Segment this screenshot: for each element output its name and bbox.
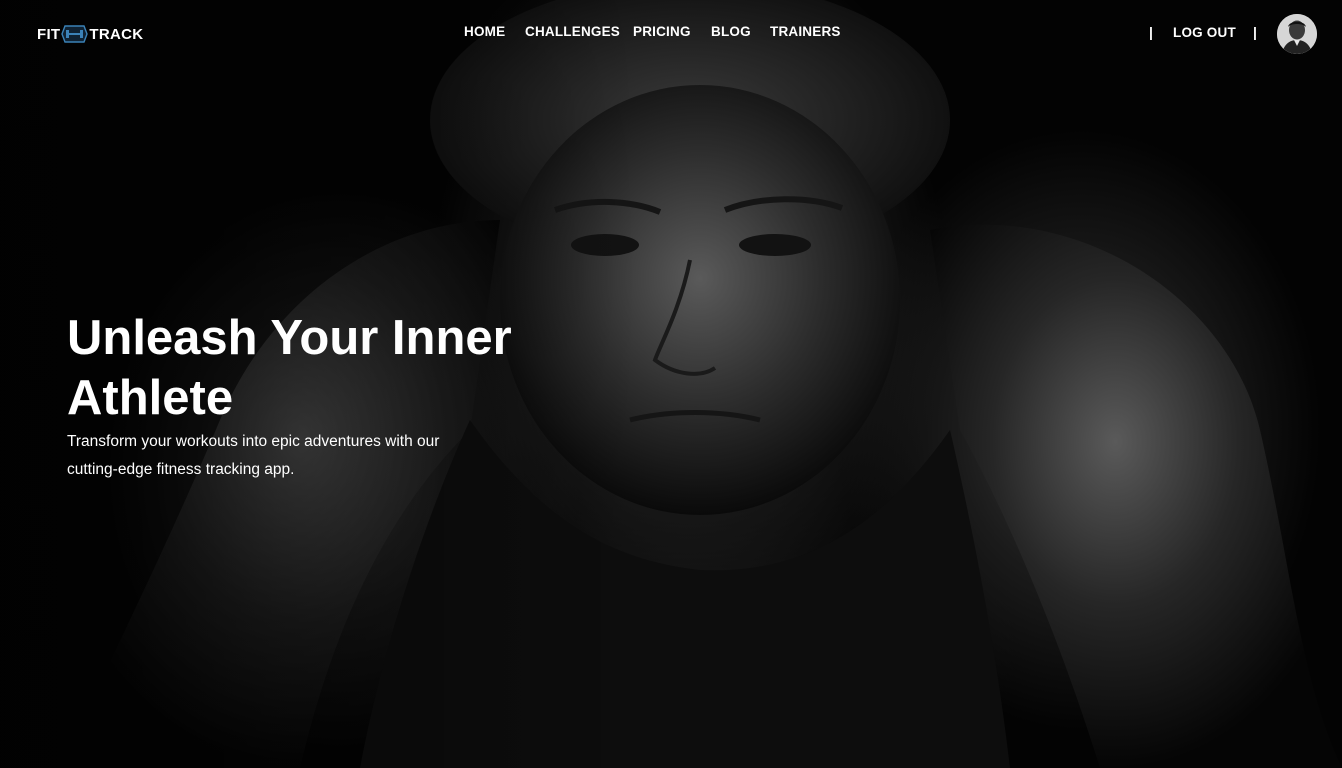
top-navbar: FIT TRACK HOME CHALLENGES PRICING BLOG T… [0, 0, 1342, 66]
hero-subtitle: Transform your workouts into epic advent… [67, 433, 440, 478]
brand-logo-text-track: TRACK [89, 25, 144, 43]
nav-item-pricing[interactable]: PRICING [633, 24, 691, 39]
nav-item-blog[interactable]: BLOG [711, 24, 751, 39]
logout-button[interactable]: LOG OUT [1173, 25, 1236, 40]
nav-item-home[interactable]: HOME [464, 24, 505, 39]
hero-section: FIT TRACK HOME CHALLENGES PRICING BLOG T… [0, 0, 1342, 768]
user-avatar-icon [1277, 14, 1317, 54]
brand-logo-text-fit: FIT [37, 25, 61, 43]
nav-item-challenges[interactable]: CHALLENGES [525, 24, 620, 39]
nav-divider-left: | [1149, 24, 1153, 40]
nav-divider-right: | [1253, 24, 1257, 40]
brand-logo[interactable]: FIT TRACK [37, 24, 143, 44]
user-avatar[interactable] [1277, 14, 1317, 54]
hero-title: Unleash Your Inner Athlete [67, 311, 512, 425]
nav-item-trainers[interactable]: TRAINERS [770, 24, 841, 39]
dumbbell-icon [61, 25, 89, 43]
